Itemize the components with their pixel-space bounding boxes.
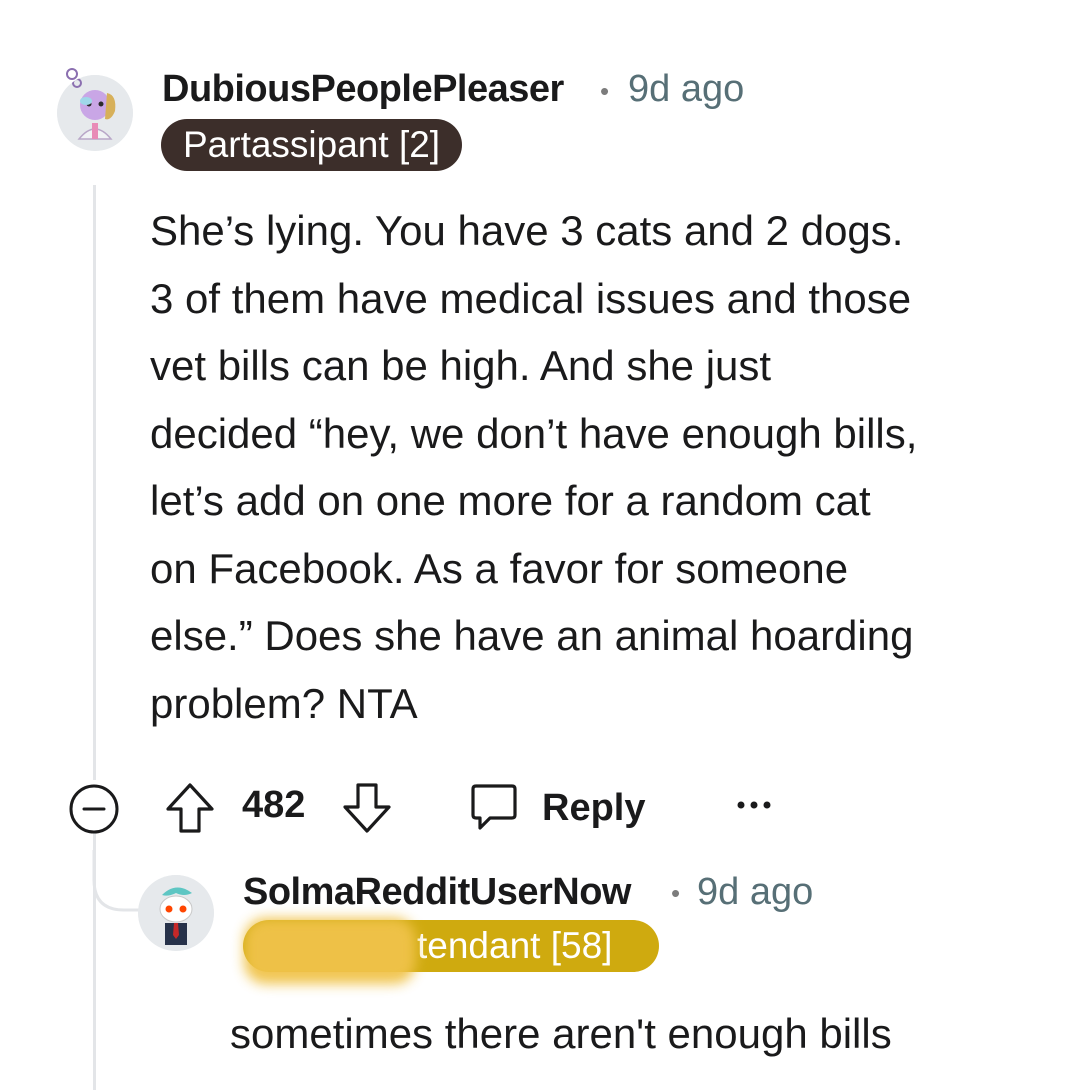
reply-username[interactable]: SolmaRedditUserNow (243, 871, 631, 914)
separator-dot: • (671, 878, 681, 908)
comment-line: She’s lying. You have 3 cats and 2 dogs. (150, 207, 904, 254)
reply-button[interactable]: Reply (468, 780, 668, 836)
thread-line (93, 185, 96, 780)
separator-dot: • (600, 76, 610, 106)
downvote-button[interactable] (340, 780, 394, 836)
speech-bubble-icon (471, 784, 517, 830)
upvote-button[interactable] (163, 780, 217, 836)
flair-text: tendant [58] (417, 925, 613, 966)
antenna-icon (66, 68, 78, 80)
comment-username[interactable]: DubiousPeoplePleaser (162, 68, 564, 111)
reply-user-avatar[interactable] (138, 875, 214, 951)
reply-timestamp[interactable]: 9d ago (697, 871, 813, 914)
comment-line: else.” Does she have an animal hoarding (150, 612, 914, 659)
downvote-arrow-icon (343, 783, 391, 833)
collapse-icon (69, 784, 119, 834)
upvote-arrow-icon (166, 783, 214, 833)
comment-line: let’s add on one more for a random cat (150, 477, 871, 524)
comment-line: decided “hey, we don’t have enough bills… (150, 409, 918, 457)
user-flair: Partassipant [2] (161, 119, 463, 171)
reply-label: Reply (542, 786, 646, 829)
ellipsis-icon (737, 801, 771, 809)
more-options-button[interactable] (734, 790, 774, 820)
collapse-button[interactable] (68, 783, 120, 835)
user-avatar[interactable] (57, 75, 133, 151)
redaction-blur (244, 918, 416, 984)
comment-line: problem? NTA (150, 679, 418, 727)
comment-line: on Facebook. As a favor for someone (150, 544, 849, 592)
vote-count: 482 (242, 784, 306, 826)
comment-timestamp[interactable]: 9d ago (628, 68, 744, 111)
comment-line: vet bills can be high. And she just (150, 342, 772, 389)
comment-body: She’s lying. You have 3 cats and 2 dogs.… (150, 197, 1050, 737)
reply-body: sometimes there aren't enough bills (230, 1010, 892, 1057)
comment-line: 3 of them have medical issues and those (150, 274, 912, 322)
